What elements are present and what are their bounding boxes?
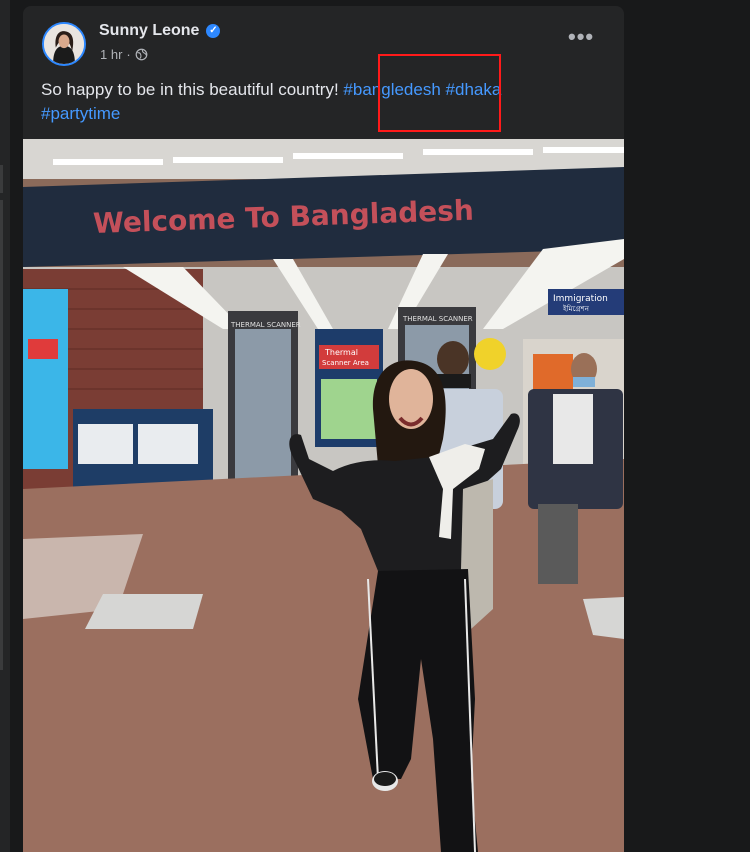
sign-immigration-bn: ইমিগ্রেশন [562, 305, 590, 313]
avatar[interactable] [42, 22, 86, 66]
meta-separator: · [126, 47, 131, 62]
sign-thermal-left: THERMAL SCANNER [230, 321, 301, 329]
post-meta: 1 hr · [100, 47, 148, 62]
post-card: Sunny Leone ✓ 1 hr · ••• So happy to be … [23, 6, 624, 852]
sign-scanner-area-2: Scanner Area [322, 359, 369, 367]
hashtag-highlight-box [378, 54, 501, 132]
sign-immigration: Immigration [553, 294, 608, 304]
hashtag-partytime[interactable]: #partytime [41, 104, 120, 123]
sign-thermal-right: THERMAL SCANNER [402, 315, 473, 323]
post-text-body: So happy to be in this beautiful country… [41, 80, 344, 99]
rail-segment [0, 200, 3, 670]
rail-segment [0, 165, 3, 193]
post-time[interactable]: 1 hr [100, 47, 122, 62]
verified-badge-icon: ✓ [206, 24, 221, 38]
post-text: So happy to be in this beautiful country… [41, 78, 601, 126]
left-rail [0, 0, 10, 852]
post-photo[interactable]: Welcome To Bangladesh THERMAL SCANNER TH… [23, 139, 624, 852]
author-name[interactable]: Sunny Leone [99, 22, 199, 40]
sign-scanner-area-1: Thermal [324, 348, 358, 357]
more-options-icon[interactable]: ••• [568, 26, 594, 48]
author-header: Sunny Leone ✓ [99, 22, 221, 40]
globe-icon[interactable] [135, 48, 148, 61]
